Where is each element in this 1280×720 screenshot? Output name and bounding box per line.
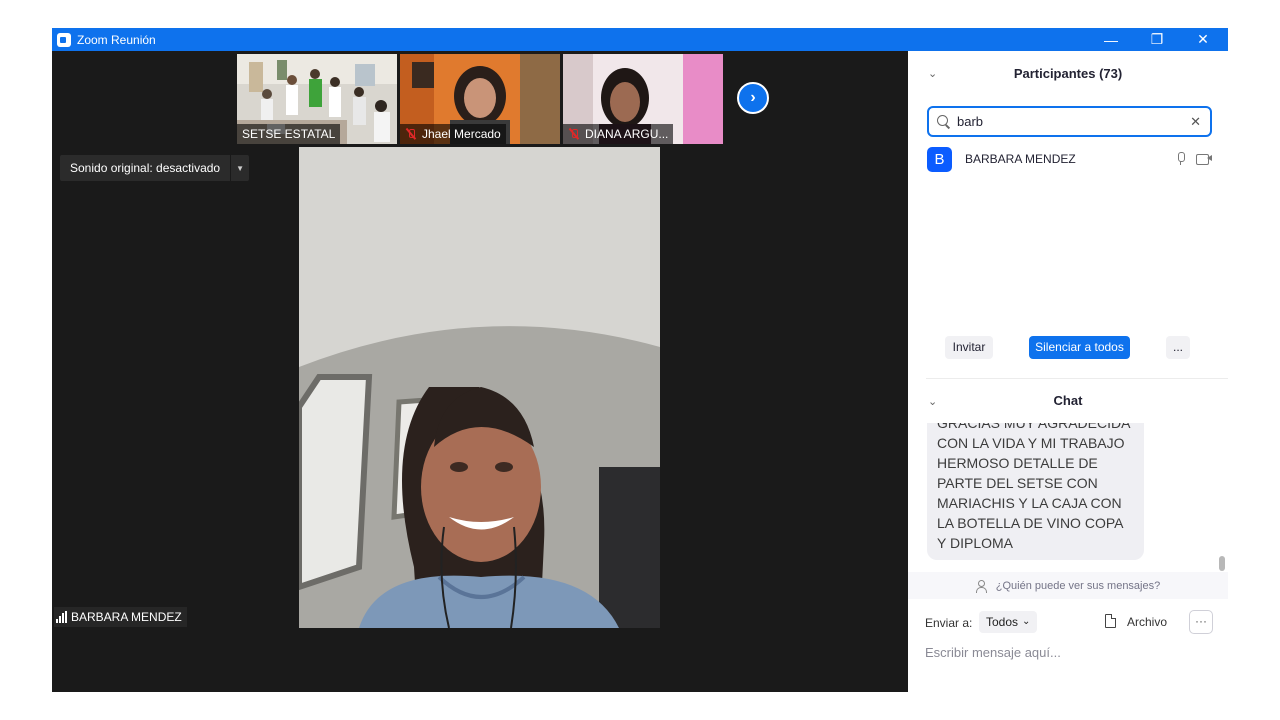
zoom-window: Zoom Reunión — ❐ ✕ SETSE ESTATAL Jhael M… bbox=[52, 28, 1228, 692]
side-panel: ⌄ Participantes (73) ✕ B BARBARA MENDEZ … bbox=[908, 51, 1228, 692]
invite-button[interactable]: Invitar bbox=[945, 336, 993, 359]
title-bar: Zoom Reunión — ❐ ✕ bbox=[52, 28, 1228, 51]
thumbnail-name-label: Jhael Mercado bbox=[400, 124, 506, 144]
caret-down-icon[interactable]: ▼ bbox=[231, 155, 249, 181]
thumbnail-name-label: DIANA ARGU... bbox=[563, 124, 674, 144]
who-can-see-label: ¿Quién puede ver sus mensajes? bbox=[995, 579, 1161, 592]
clear-search-icon[interactable]: ✕ bbox=[1190, 114, 1201, 130]
file-button[interactable]: Archivo bbox=[1127, 615, 1167, 629]
avatar: B bbox=[927, 146, 952, 172]
send-to-dropdown[interactable]: Todos ⌄ bbox=[979, 611, 1038, 633]
chat-message-text: GRACIAS MUY AGRADECIDA CON LA VIDA Y MI … bbox=[937, 423, 1130, 551]
panel-divider bbox=[926, 378, 1228, 379]
chevron-down-icon: ⌄ bbox=[1022, 616, 1031, 627]
connection-signal-icon bbox=[56, 611, 67, 623]
thumbnail-name-label: SETSE ESTATAL bbox=[237, 124, 341, 144]
chat-message-list[interactable]: GRACIAS MUY AGRADECIDA CON LA VIDA Y MI … bbox=[927, 423, 1144, 560]
chat-more-button[interactable]: ··· bbox=[1189, 610, 1213, 634]
microphone-icon[interactable] bbox=[1176, 152, 1185, 165]
who-can-see-messages[interactable]: ¿Quién puede ver sus mensajes? bbox=[908, 572, 1228, 599]
send-to-value: Todos bbox=[986, 615, 1019, 629]
restore-button[interactable]: ❐ bbox=[1134, 28, 1180, 51]
participant-row[interactable]: B BARBARA MENDEZ bbox=[927, 146, 1213, 172]
video-camera-icon[interactable] bbox=[1196, 153, 1213, 165]
zoom-app-icon bbox=[57, 32, 71, 47]
video-thumbnail[interactable]: Jhael Mercado bbox=[400, 54, 560, 144]
speaker-video-frame bbox=[299, 147, 660, 628]
video-stage: SETSE ESTATAL Jhael Mercado DIANA ARGU..… bbox=[52, 51, 908, 692]
participant-name: Jhael Mercado bbox=[422, 127, 501, 141]
chat-scrollbar[interactable] bbox=[1219, 423, 1226, 573]
minimize-button[interactable]: — bbox=[1088, 28, 1134, 51]
file-icon[interactable] bbox=[1105, 614, 1116, 628]
participant-name: BARBARA MENDEZ bbox=[965, 152, 1076, 166]
participant-search-input[interactable] bbox=[957, 114, 1177, 129]
participants-title: Participantes (73) bbox=[1013, 66, 1123, 81]
more-options-button[interactable]: ... bbox=[1166, 336, 1190, 359]
chat-scrollbar-thumb[interactable] bbox=[1219, 556, 1225, 571]
participant-name: DIANA ARGU... bbox=[585, 127, 669, 141]
active-speaker-name-tag: BARBARA MENDEZ bbox=[54, 607, 187, 627]
active-speaker-video bbox=[299, 147, 660, 628]
mute-all-button[interactable]: Silenciar a todos bbox=[1029, 336, 1130, 359]
chat-title: Chat bbox=[1053, 393, 1083, 408]
next-page-button[interactable]: › bbox=[737, 82, 769, 114]
mic-muted-icon bbox=[568, 128, 580, 140]
window-title: Zoom Reunión bbox=[77, 32, 156, 47]
mic-muted-icon bbox=[405, 128, 417, 140]
original-sound-label: Sonido original: desactivado bbox=[60, 155, 232, 181]
send-to-label: Enviar a: bbox=[925, 616, 973, 630]
search-icon bbox=[937, 114, 951, 129]
close-button[interactable]: ✕ bbox=[1180, 28, 1226, 51]
chat-message-input[interactable] bbox=[925, 641, 1205, 663]
chevron-right-icon: › bbox=[750, 89, 756, 106]
video-thumbnail[interactable]: DIANA ARGU... bbox=[563, 54, 723, 144]
original-sound-button[interactable]: Sonido original: desactivado ▼ bbox=[60, 155, 250, 181]
people-icon bbox=[975, 579, 990, 593]
video-thumbnail[interactable]: SETSE ESTATAL bbox=[237, 54, 397, 144]
participant-name: SETSE ESTATAL bbox=[242, 127, 336, 141]
chat-message-bubble: GRACIAS MUY AGRADECIDA CON LA VIDA Y MI … bbox=[927, 423, 1144, 560]
participant-search[interactable]: ✕ bbox=[927, 106, 1212, 137]
speaker-name: BARBARA MENDEZ bbox=[71, 610, 182, 624]
